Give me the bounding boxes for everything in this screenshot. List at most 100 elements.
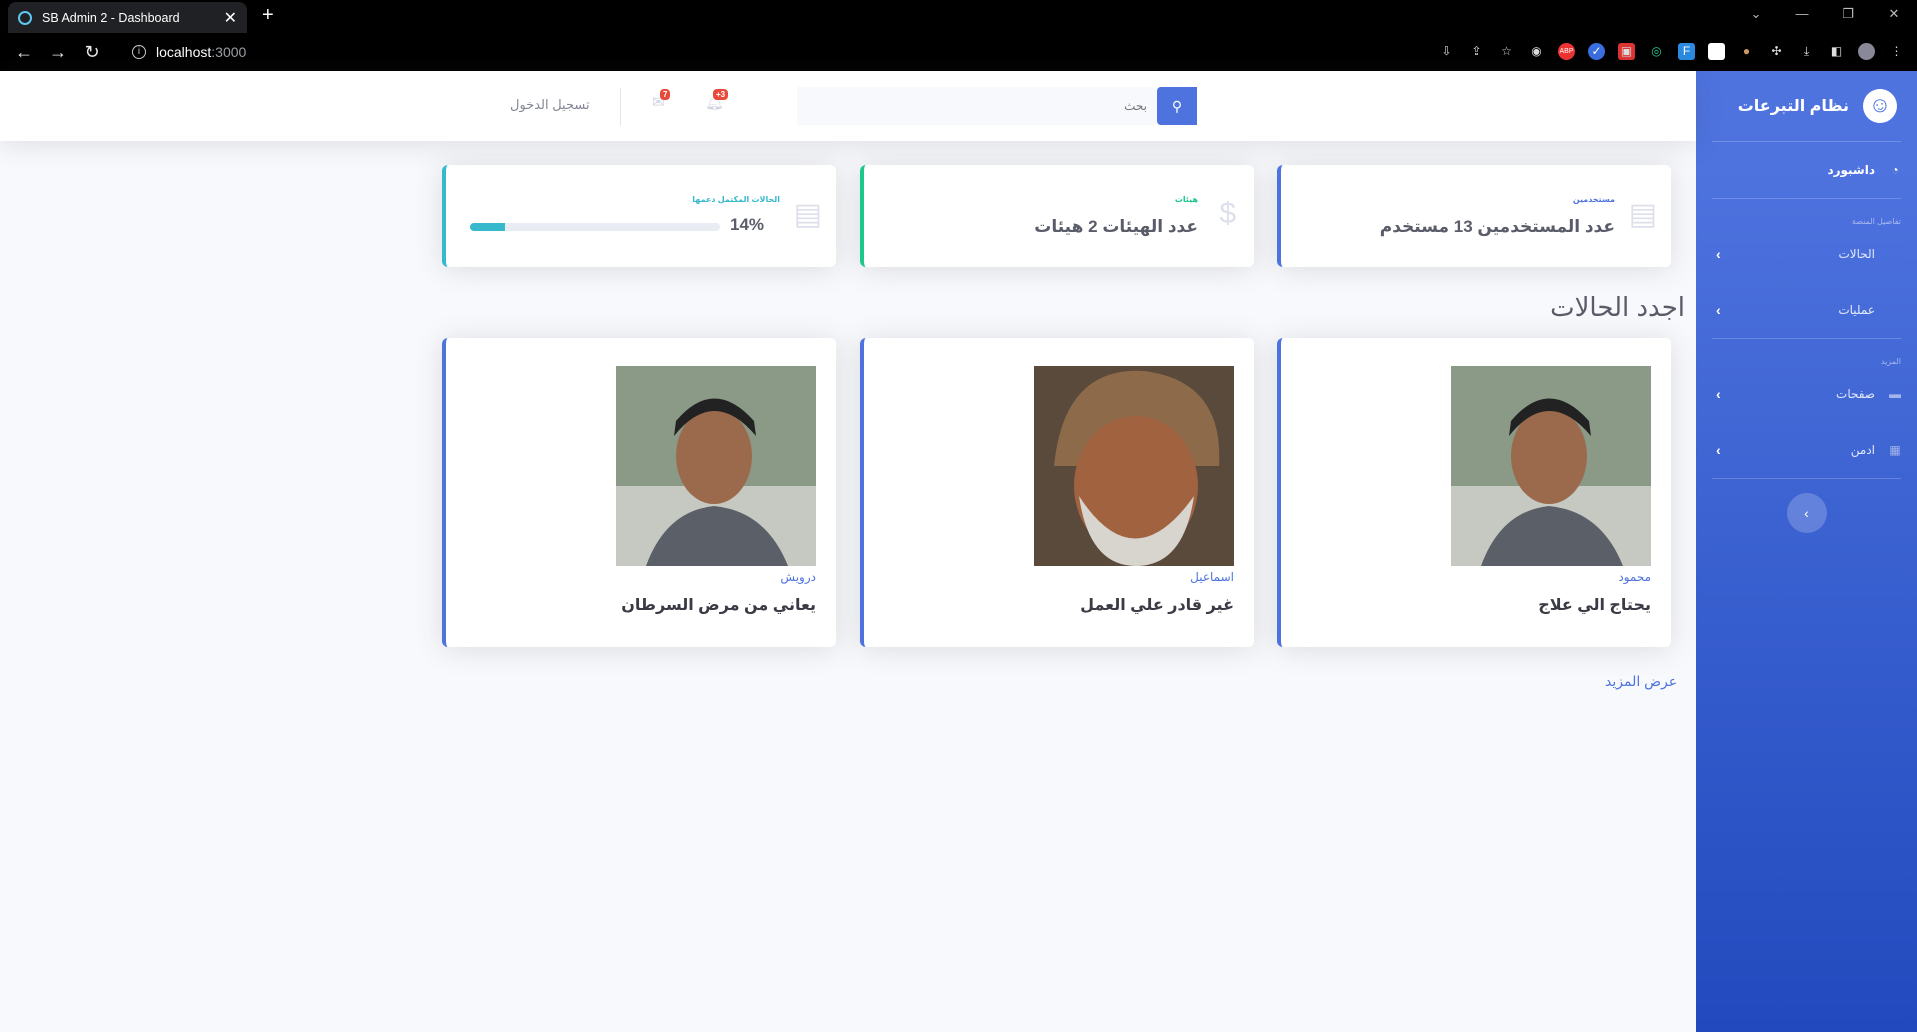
bookmark-star-icon[interactable]: ☆: [1498, 43, 1515, 60]
alerts-bell-icon[interactable]: 🔔︎ +3: [705, 89, 729, 111]
stat-card-organizations: هيئات عدد الهيئات 2 هيئات $: [860, 165, 1254, 267]
divider: [1712, 198, 1901, 199]
sidebar: نظام التبرعات ☺ داشبورد ◔ تفاصيل المنصة …: [1696, 71, 1917, 1032]
case-name[interactable]: اسماعيل: [1190, 570, 1234, 584]
laugh-wink-icon: ☺: [1859, 85, 1901, 127]
puzzle-icon[interactable]: ✣: [1768, 43, 1785, 60]
alerts-badge: +3: [713, 89, 729, 100]
stat-card-completed-cases: الحالات المكتمل دعمها 14% ▤: [442, 165, 836, 267]
extension-icon[interactable]: ◎: [1648, 43, 1665, 60]
sidebar-item-pages[interactable]: ‹ صفحات ▬: [1696, 366, 1917, 422]
share-icon[interactable]: ⇪: [1468, 43, 1485, 60]
case-card[interactable]: درويش يعاني من مرض السرطان: [442, 338, 836, 647]
stat-value: 14%: [730, 215, 765, 234]
download-icon[interactable]: ⤓: [1798, 43, 1815, 60]
case-name[interactable]: درويش: [780, 570, 816, 584]
stat-value: عدد المستخدمين 13 مستخدم: [1379, 217, 1615, 236]
sidebar-item-dashboard[interactable]: داشبورد ◔: [1696, 142, 1917, 198]
chevron-left-icon: ‹: [1716, 246, 1721, 262]
url-field[interactable]: i localhost:3000: [132, 44, 246, 60]
sidebar-heading: تفاصيل المنصة: [1851, 217, 1901, 226]
adblock-icon[interactable]: ABP: [1558, 43, 1575, 60]
search-button[interactable]: ⚲: [1157, 87, 1197, 125]
section-title: اجدد الحالات: [1550, 292, 1685, 322]
case-photo: [1034, 366, 1234, 566]
tachometer-icon: ◔: [1891, 163, 1899, 177]
reload-icon[interactable]: ↻: [82, 42, 102, 63]
messages-badge: 7: [660, 89, 671, 100]
login-link[interactable]: تسجيل الدخول: [510, 97, 590, 113]
table-icon: ▦: [1889, 443, 1901, 457]
menu-icon[interactable]: ⋮: [1888, 43, 1905, 60]
messages-envelope-icon[interactable]: ✉ 7: [652, 89, 671, 111]
sidebar-toggle-button[interactable]: ‹: [1786, 493, 1827, 533]
forward-icon[interactable]: →: [48, 42, 68, 63]
divider: [1712, 338, 1901, 339]
tab-search-icon[interactable]: ⌄: [1733, 0, 1779, 33]
close-tab-icon[interactable]: ✕: [224, 8, 237, 28]
case-need: غير قادر علي العمل: [1080, 597, 1234, 614]
restore-button[interactable]: ❐: [1825, 0, 1871, 33]
url-port: :3000: [211, 44, 247, 60]
sidebar-item-label: داشبورد: [1827, 163, 1875, 177]
chevron-left-icon: ‹: [1716, 302, 1721, 318]
extension-icon[interactable]: F: [1678, 43, 1695, 60]
search-form: ⚲: [797, 87, 1197, 125]
extensions-bar: ⇩ ⇪ ☆ ◉ ABP ✓ ▣ ◎ F ● ✣ ⤓ ◧ ⋮: [1438, 43, 1905, 60]
case-photo: [616, 366, 816, 566]
close-window-button[interactable]: ✕: [1871, 0, 1917, 33]
divider: [1712, 478, 1901, 479]
folder-icon: ▬: [1889, 387, 1901, 401]
back-icon[interactable]: ←: [14, 42, 34, 63]
stat-card-users: مستخدمين عدد المستخدمين 13 مستخدم ▤: [1277, 165, 1671, 267]
sidebar-item-label: ادمن: [1850, 443, 1875, 457]
install-icon[interactable]: ⇩: [1438, 43, 1455, 60]
new-tab-button[interactable]: +: [262, 4, 274, 27]
stat-label: هيئات: [1174, 195, 1198, 204]
avatar[interactable]: [1858, 43, 1875, 60]
sidebar-item-admin[interactable]: ‹ ادمن ▦: [1696, 422, 1917, 478]
stat-label: مستخدمين: [1572, 195, 1615, 204]
extension-icon[interactable]: [1708, 43, 1725, 60]
extension-icon[interactable]: ▣: [1618, 43, 1635, 60]
sidebar-item-label: صفحات: [1836, 387, 1875, 401]
extension-icon[interactable]: ◉: [1528, 43, 1545, 60]
case-card[interactable]: محمود يحتاج الي علاج: [1277, 338, 1671, 647]
case-photo: [1451, 366, 1651, 566]
tab-title: SB Admin 2 - Dashboard: [42, 10, 180, 25]
url-host: localhost: [156, 44, 212, 60]
sidebar-item-cases[interactable]: ‹ الحالات: [1696, 226, 1917, 282]
minimize-button[interactable]: —: [1779, 0, 1825, 33]
chevron-left-icon: ‹: [1716, 442, 1721, 458]
browser-tabbar: SB Admin 2 - Dashboard ✕ + ⌄ — ❐ ✕: [0, 0, 1917, 33]
show-more-link[interactable]: عرض المزيد: [1605, 673, 1677, 690]
search-input[interactable]: [797, 87, 1157, 125]
clipboard-list-icon: ▤: [793, 198, 822, 231]
progress-bar: [470, 223, 720, 231]
check-extension-icon[interactable]: ✓: [1588, 43, 1605, 60]
browser-tab[interactable]: SB Admin 2 - Dashboard ✕: [8, 2, 247, 33]
progress-fill: [470, 223, 505, 231]
brand-title: نظام التبرعات: [1737, 98, 1849, 115]
dollar-icon: $: [1219, 197, 1236, 230]
sidepanel-icon[interactable]: ◧: [1828, 43, 1845, 60]
chevron-left-icon: ‹: [1716, 386, 1721, 402]
react-icon: [18, 10, 32, 25]
cookie-icon[interactable]: ●: [1738, 43, 1755, 60]
case-need: يعاني من مرض السرطان: [621, 597, 816, 614]
calendar-icon: ▤: [1628, 198, 1657, 231]
case-need: يحتاج الي علاج: [1538, 597, 1651, 614]
topbar: ⚲ 🔔︎+3 ✉7 تسجيل الدخول: [0, 71, 1696, 141]
sidebar-heading: المزيد: [1880, 357, 1901, 366]
sidebar-brand[interactable]: نظام التبرعات ☺: [1696, 71, 1917, 141]
topbar-divider: [620, 88, 621, 126]
info-icon[interactable]: i: [132, 45, 146, 59]
case-card[interactable]: اسماعيل غير قادر علي العمل: [860, 338, 1254, 647]
sidebar-item-label: الحالات: [1838, 247, 1875, 261]
case-name[interactable]: محمود: [1618, 570, 1651, 584]
sidebar-item-label: عمليات: [1838, 303, 1875, 317]
stat-label: الحالات المكتمل دعمها: [692, 195, 780, 204]
sidebar-item-operations[interactable]: ‹ عمليات: [1696, 282, 1917, 338]
stat-value: عدد الهيئات 2 هيئات: [1034, 217, 1198, 236]
window-controls: ⌄ — ❐ ✕: [1733, 0, 1917, 33]
